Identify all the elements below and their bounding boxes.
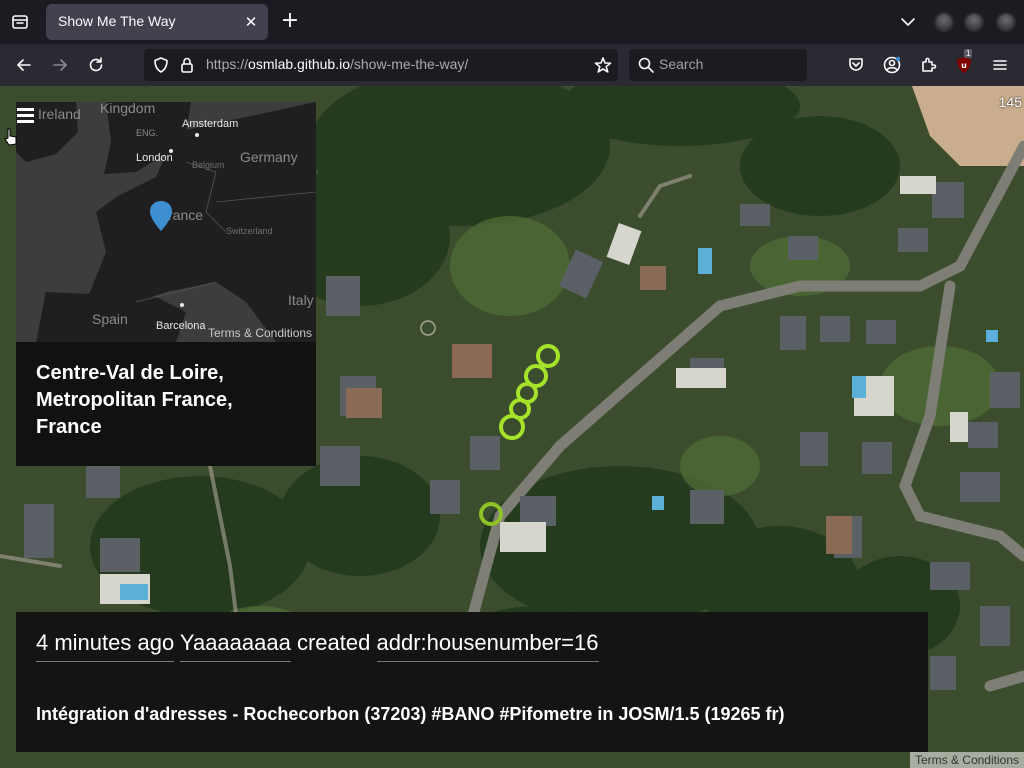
plus-icon[interactable]: + — [278, 10, 302, 34]
change-comment: Intégration d'adresses - Rochecorbon (37… — [36, 704, 785, 724]
map-label-amsterdam: Amsterdam — [182, 118, 239, 130]
url-path: /show-me-the-way/ — [349, 56, 469, 72]
overview-minimap[interactable]: Ireland Kingdom ENG. Amsterdam London Be… — [16, 102, 316, 342]
back-arrow-icon[interactable] — [12, 53, 36, 77]
url-bar[interactable]: https://osmlab.github.io/show-me-the-way… — [144, 49, 618, 81]
map-attribution[interactable]: Terms & Conditions — [909, 752, 1024, 768]
maximize-button[interactable] — [964, 12, 984, 32]
change-panel: 4 minutes ago Yaaaaaaaa created addr:hou… — [16, 612, 928, 752]
satellite-map[interactable]: 145 Terms & Conditions Ireland Kingdom E… — [0, 86, 1024, 768]
star-icon[interactable] — [594, 56, 612, 78]
search-bar[interactable]: Search — [629, 49, 807, 81]
map-label-ireland: Ireland — [38, 106, 81, 122]
map-label-italy: Italy — [288, 292, 314, 308]
barcelona-dot-icon — [180, 303, 184, 307]
ublock-icon[interactable]: u 1 — [952, 49, 976, 77]
account-icon[interactable] — [880, 53, 904, 77]
tab-show-me-the-way[interactable]: Show Me The Way ✕ — [46, 4, 268, 40]
amsterdam-dot-icon — [195, 133, 199, 137]
map-label-france: rance — [168, 207, 204, 223]
map-label-belgium: Belgium — [192, 160, 225, 170]
change-summary: 4 minutes ago Yaaaaaaaa created addr:hou… — [36, 630, 599, 662]
close-icon[interactable]: ✕ — [242, 13, 260, 31]
navigation-toolbar: https://osmlab.github.io/show-me-the-way… — [0, 44, 1024, 86]
overview-panel: Ireland Kingdom ENG. Amsterdam London Be… — [16, 102, 316, 466]
menu-icon[interactable] — [988, 53, 1012, 77]
close-window-button[interactable] — [996, 12, 1016, 32]
change-action: created — [296, 630, 371, 655]
tab-list-icon[interactable] — [6, 8, 34, 36]
extensions-icon[interactable] — [916, 53, 940, 77]
hand-cursor-icon — [4, 128, 17, 146]
change-time-link[interactable]: 4 minutes ago — [36, 630, 175, 662]
location-pin-icon — [150, 201, 172, 231]
change-tag-link[interactable]: addr:housenumber=16 — [376, 630, 599, 662]
hamburger-menu-icon[interactable] — [16, 106, 36, 126]
url-host: osmlab.github.io — [248, 56, 350, 72]
map-label-kingdom: Kingdom — [100, 102, 156, 116]
pocket-icon[interactable] — [844, 53, 868, 77]
search-icon — [637, 56, 655, 78]
london-dot-icon — [169, 149, 173, 153]
map-label-switzerland: Switzerland — [226, 226, 273, 236]
tab-strip: Show Me The Way ✕ + — [0, 0, 1024, 44]
change-user-link[interactable]: Yaaaaaaaa — [179, 630, 291, 662]
region-name: Centre-Val de Loire, Metropolitan France… — [36, 362, 233, 438]
reload-icon[interactable] — [84, 53, 108, 77]
extension-badge: 1 — [964, 49, 973, 58]
search-input[interactable]: Search — [659, 56, 703, 72]
chevron-down-icon[interactable] — [898, 12, 918, 32]
forward-arrow-icon[interactable] — [48, 53, 72, 77]
map-label-barcelona: Barcelona — [156, 320, 206, 332]
minimize-button[interactable] — [934, 12, 954, 32]
top-counter: 145 — [998, 94, 1022, 110]
tab-title: Show Me The Way — [58, 13, 176, 29]
url-text[interactable]: https://osmlab.github.io/show-me-the-way… — [206, 56, 468, 72]
map-label-spain: Spain — [92, 311, 128, 327]
map-label-eng: ENG. — [136, 128, 159, 138]
shield-icon[interactable] — [152, 56, 170, 78]
svg-text:u: u — [961, 61, 967, 70]
minimap-terms[interactable]: Terms & Conditions — [208, 326, 312, 340]
url-scheme: https:// — [206, 56, 249, 72]
map-label-germany: Germany — [240, 149, 298, 165]
lock-icon[interactable] — [178, 56, 196, 78]
